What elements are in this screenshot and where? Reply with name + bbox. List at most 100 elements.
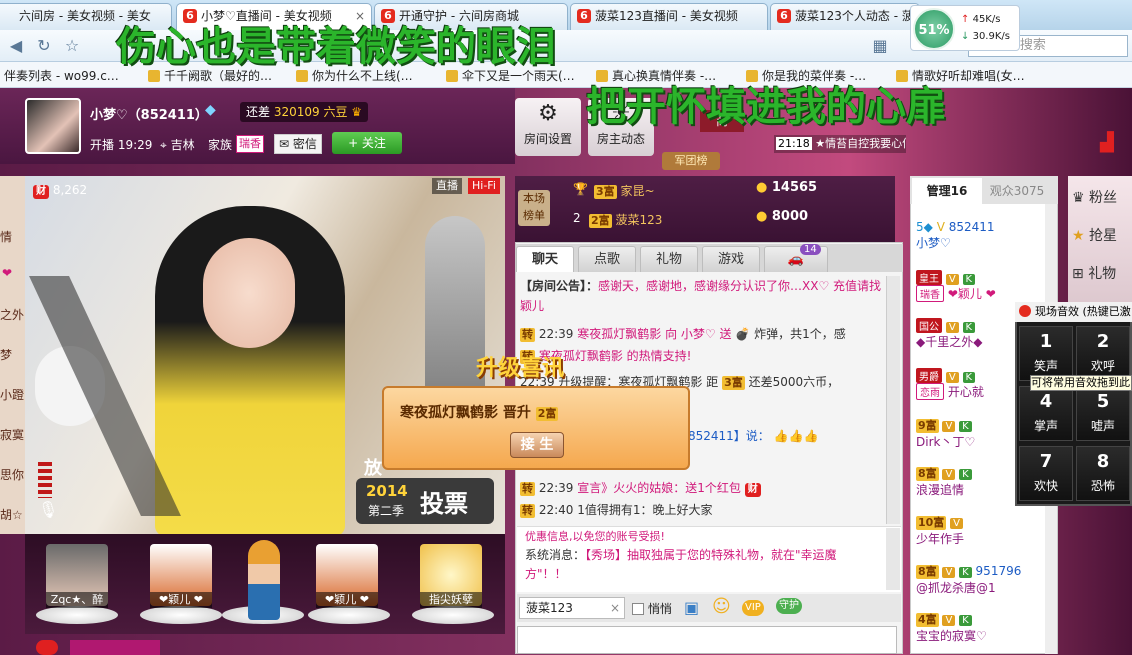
sound-key-scary[interactable]: 8 恐怖 (1076, 446, 1130, 501)
emoji-icon[interactable]: ☺ (712, 596, 731, 617)
tab-bocai-profile[interactable]: 6 菠菜123个人动态 - 菠菜 (770, 3, 920, 30)
liujianfang-icon: 6 (577, 9, 591, 23)
coin-icon: ● (756, 180, 768, 195)
sound-key-applause[interactable]: 4 掌声 (1019, 386, 1073, 441)
user-item[interactable]: 9富 V K Dirk丶丁♡ (916, 418, 975, 450)
fan-name: ❤颖儿 ❤ (150, 592, 212, 608)
gift-button[interactable]: ⊞ 礼物 (1072, 256, 1132, 292)
gear-icon: ⚙ (538, 101, 558, 126)
host-avatar[interactable] (25, 98, 81, 154)
sound-key-happy[interactable]: 7 欢快 (1019, 446, 1073, 501)
wealth-icon: 财 (33, 185, 49, 199)
room-settings-button[interactable]: ⚙ 房间设置 (515, 98, 581, 156)
guard-button[interactable]: 守护 (776, 598, 802, 614)
user-item[interactable]: 国公 V K ◆千里之外◆ (916, 318, 982, 350)
ranking-row[interactable]: 2富 菠菜123 (589, 211, 662, 228)
fans-button[interactable]: ♛ 粉丝 (1072, 180, 1132, 216)
tab-bocai-live[interactable]: 6 菠菜123直播间 - 美女视频 (570, 3, 768, 30)
chat-input[interactable] (517, 626, 897, 654)
room-settings-label: 房间设置 (523, 132, 572, 146)
liujianfang-icon (1019, 305, 1031, 317)
recipient-input[interactable]: 菠菜123 × (519, 597, 625, 619)
tab-games[interactable]: 游戏 (702, 246, 760, 272)
ranking-rank: 2 (573, 211, 581, 225)
system-message: 系统消息：【秀场】抽取独属于您的特殊礼物，就在"幸运魔方"！！ (525, 548, 837, 581)
trophy-icon: 🏆 (573, 182, 588, 196)
user-item[interactable]: 男爵 V K 恋雨 开心就 (916, 368, 984, 400)
user-item[interactable]: 4富 V K 宝宝的寂寞♡ (916, 612, 987, 644)
back-icon[interactable]: ◀ (6, 36, 26, 56)
family-tag[interactable]: 瑞香 (236, 135, 264, 153)
liujianfang-icon: 6 (777, 9, 791, 23)
lyric-line-2: 把开怀填进我的心扉 (586, 83, 946, 130)
download-speed: ↓ 30.9K/s (961, 31, 1010, 42)
vip-button[interactable]: VIP (742, 600, 764, 616)
system-messages: 优惠信息,以免您的账号受损! 系统消息：【秀场】抽取独属于您的特殊礼物，就在"幸… (517, 526, 901, 592)
user-item[interactable]: 皇王 V K 瑞香 ❤颖儿 ❤ (916, 270, 996, 302)
rank-tag: 转 (520, 482, 535, 496)
gift-box[interactable] (70, 640, 160, 655)
session-ranking (515, 176, 895, 242)
tab-songs[interactable]: 点歌 (578, 246, 636, 272)
user-item[interactable]: 8富 V K 浪漫追情 (916, 466, 972, 498)
ranking-score: ● 14565 (756, 180, 818, 195)
refresh-icon[interactable]: ↻ (34, 36, 54, 56)
sound-key-cheer[interactable]: 2 欢呼 (1076, 326, 1130, 381)
chat-message: 转 22:39 宣言》火火的姑娘：送1个红包 财 (520, 478, 761, 498)
tab-chat[interactable]: 聊天 (516, 246, 574, 272)
fan-name: Zqc★、醉 (46, 592, 108, 608)
accept-button[interactable]: 接 生 (510, 432, 564, 458)
vote-button[interactable]: 2014 第二季 投票 (356, 478, 494, 524)
cartoon-character[interactable] (248, 540, 280, 620)
microphone-icon[interactable]: 🎙 (38, 500, 58, 519)
follow-button[interactable]: + 关注 (332, 132, 402, 154)
network-speed-widget[interactable]: 51% ↑ 45K/s ↓ 30.9K/s (910, 5, 1020, 51)
user-item[interactable]: 10富 V 少年作手 (916, 515, 964, 547)
family-label: 家族 (208, 138, 233, 152)
sound-key-laugh[interactable]: 1 笑声 (1019, 326, 1073, 381)
close-icon: × (609, 601, 620, 615)
strip-text: 梦 (0, 348, 13, 362)
tab-gifts[interactable]: 礼物 (640, 246, 698, 272)
star-icon: ★ (1072, 228, 1085, 244)
user-item[interactable]: 8富 V K 951796 @抓龙杀唐@1 (916, 564, 1021, 596)
sound-effects-tooltip: 可将常用音效拖到此 (1030, 375, 1132, 391)
upload-speed: ↑ 45K/s (961, 14, 1001, 25)
tab-audience[interactable]: 观众3075 (982, 178, 1052, 204)
system-scrollbar[interactable] (886, 528, 900, 590)
speed-percent: 51% (913, 8, 955, 50)
strip-text: 胡☆ (0, 508, 23, 522)
ranking-score: ● 8000 (756, 209, 809, 224)
sofa-icon[interactable]: ▟ (1100, 132, 1114, 153)
chat-scrollbar[interactable] (886, 276, 900, 524)
notice-badge (36, 640, 58, 655)
lyric-line-1: 伤心也是带着微笑的眼泪 (116, 23, 556, 70)
tab-managers[interactable]: 管理16 (912, 178, 982, 204)
image-icon[interactable]: ▣ (684, 598, 699, 617)
sound-key-boo[interactable]: 5 嘘声 (1076, 386, 1130, 441)
sound-effects-title[interactable]: 现场音效 (热键已激 (1015, 302, 1132, 322)
chat-message: 852411】说： 👍👍👍 (688, 429, 819, 443)
fan-name: 指尖妖孽 (420, 592, 482, 608)
host-name[interactable]: 小梦♡（852411） (90, 104, 208, 123)
car-icon: 🚗 (787, 252, 805, 267)
coin-icon: ● (756, 209, 768, 224)
ranking-row[interactable]: 3富 家昆~ (594, 182, 655, 199)
crown-icon: ♛ (1072, 190, 1085, 206)
user-item[interactable]: 5◆ V 852411 小梦♡ (916, 220, 995, 251)
qrcode-icon[interactable]: ▦ (870, 36, 890, 56)
host-activity-label: 房主动态 (596, 132, 645, 146)
heart-icon: ❤ (2, 266, 13, 280)
private-message-button[interactable]: ✉ 密信 (274, 134, 322, 154)
bomb-icon: 💣 (735, 327, 751, 341)
pedestal (412, 606, 494, 624)
bookmark[interactable]: 伴奏列表 - wo99.c… (4, 67, 119, 84)
diamond-icon: ◆ (205, 102, 216, 118)
grab-star-button[interactable]: ★ 抢星 (1072, 218, 1132, 254)
chat-message: 转 22:39 寒夜孤灯飘鹤影 向 小梦♡ 送 💣 炸弹，共1个，感 (520, 327, 846, 342)
star-icon[interactable]: ☆ (62, 36, 82, 56)
whisper-checkbox[interactable]: 悄悄 (632, 600, 672, 617)
army-rank-button[interactable]: 军团榜 (662, 152, 720, 170)
vote-side-text: 放 (364, 458, 382, 479)
crown-icon: ♛ (351, 105, 363, 119)
